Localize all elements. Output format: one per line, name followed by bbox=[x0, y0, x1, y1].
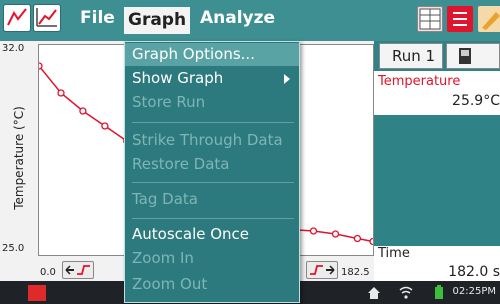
menu-item-tag-data[interactable]: Tag Data bbox=[125, 188, 299, 211]
menu-separator bbox=[132, 122, 294, 123]
save-run-button[interactable] bbox=[446, 43, 500, 69]
meter-name: Temperature bbox=[378, 74, 461, 89]
x-axis-min-label: 0.0 bbox=[40, 267, 56, 278]
menu-item-zoom-in[interactable]: Zoom In bbox=[125, 247, 299, 270]
series-line bbox=[38, 65, 128, 142]
menu-item-autoscale-once[interactable]: Autoscale Once bbox=[125, 223, 299, 246]
submenu-arrow-icon bbox=[284, 74, 290, 84]
meter-value: 25.9°C bbox=[452, 93, 500, 109]
wifi-icon bbox=[398, 284, 414, 304]
data-point bbox=[331, 230, 340, 238]
menu-separator bbox=[132, 182, 294, 183]
menu-analyze[interactable]: Analyze bbox=[200, 8, 275, 28]
meter-view-icon[interactable] bbox=[3, 4, 31, 32]
scroll-right-button[interactable] bbox=[306, 261, 338, 279]
y-axis-max-label: 32.0 bbox=[2, 43, 25, 54]
data-point bbox=[309, 227, 318, 235]
scroll-left-button[interactable] bbox=[62, 261, 94, 279]
menu-graph[interactable]: Graph bbox=[124, 7, 191, 34]
data-point bbox=[353, 234, 362, 243]
data-point bbox=[35, 62, 43, 70]
data-point bbox=[57, 89, 65, 97]
list-view-icon[interactable] bbox=[447, 6, 473, 32]
y-axis-title: Temperature (°C) bbox=[12, 106, 26, 210]
stop-button[interactable] bbox=[28, 285, 46, 301]
table-view-icon[interactable] bbox=[417, 6, 443, 32]
right-panel: Run 1 Temperature 25.9°C Time 182.0 s bbox=[374, 41, 500, 281]
battery-icon bbox=[434, 284, 444, 304]
top-toolbar: File Graph Analyze bbox=[0, 0, 500, 41]
home-icon[interactable] bbox=[366, 284, 382, 304]
menu-item-store-run[interactable]: Store Run bbox=[125, 91, 299, 114]
y-axis-min-label: 25.0 bbox=[2, 243, 25, 254]
data-point bbox=[101, 122, 109, 130]
menu-item-zoom-out[interactable]: Zoom Out bbox=[125, 273, 299, 296]
menu-item-strike-through-data[interactable]: Strike Through Data bbox=[125, 129, 299, 152]
menu-separator bbox=[132, 218, 294, 219]
run-selector-button[interactable]: Run 1 bbox=[379, 43, 443, 69]
time-meter[interactable]: Time 182.0 s bbox=[374, 246, 500, 281]
data-point bbox=[79, 107, 87, 115]
time-value: 182.0 s bbox=[448, 264, 500, 280]
temperature-meter[interactable]: Temperature 25.9°C bbox=[374, 71, 500, 115]
time-name: Time bbox=[378, 246, 410, 261]
menu-item-show-graph[interactable]: Show Graph bbox=[125, 67, 299, 90]
menu-item-restore-data[interactable]: Restore Data bbox=[125, 153, 299, 176]
menu-item-label: Show Graph bbox=[132, 69, 224, 87]
x-axis-max-label: 182.5 bbox=[341, 267, 370, 278]
menu-item-graph-options[interactable]: Graph Options... bbox=[125, 43, 299, 66]
status-clock: 02:25PM bbox=[452, 286, 496, 297]
notes-icon[interactable] bbox=[478, 6, 500, 32]
graph-menu-dropdown: Graph Options... Show Graph Store Run St… bbox=[124, 41, 300, 303]
data-point bbox=[369, 237, 377, 246]
menu-file[interactable]: File bbox=[80, 8, 115, 28]
graph-view-icon[interactable] bbox=[33, 4, 61, 32]
